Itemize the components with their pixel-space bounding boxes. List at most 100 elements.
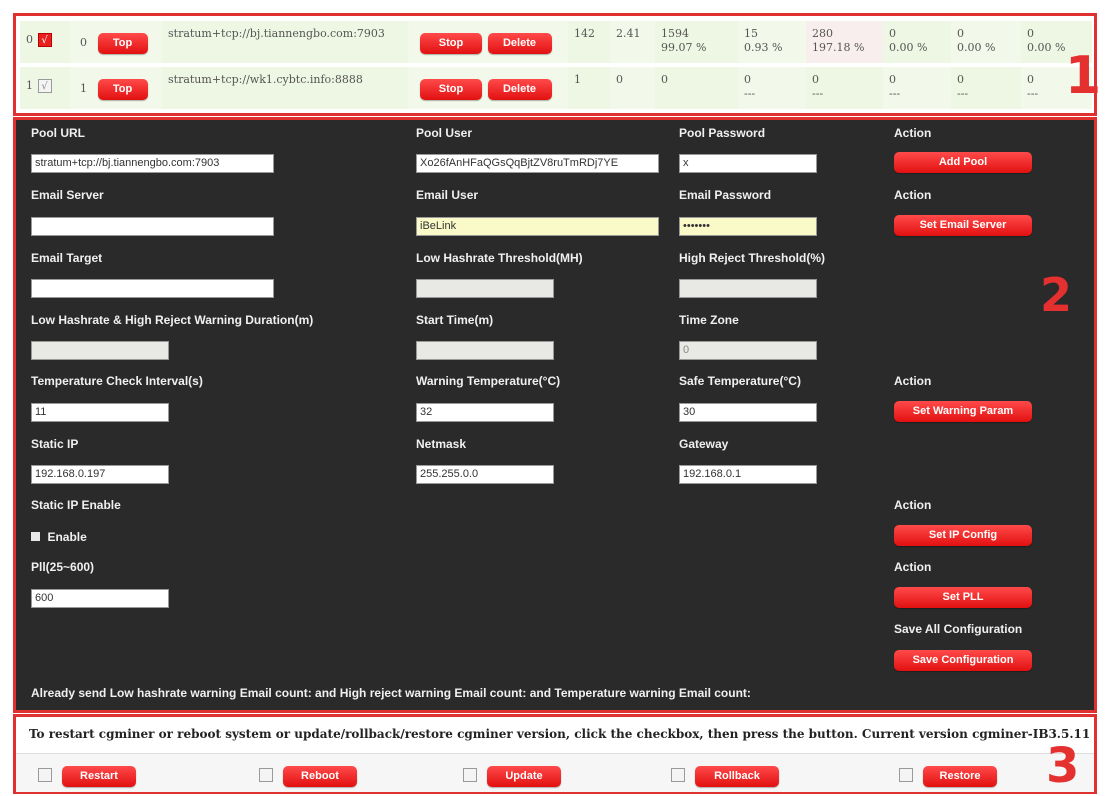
pool-select-cell: 1 √ bbox=[20, 67, 70, 109]
start-time-label: Start Time(m) bbox=[416, 313, 494, 327]
restart-button[interactable]: Restart bbox=[62, 766, 136, 787]
stale-count: 280 bbox=[812, 27, 833, 40]
warning-temp-input[interactable]: 32 bbox=[416, 403, 554, 422]
gateway-label: Gateway bbox=[679, 437, 729, 451]
stale-percent: 197.18 % bbox=[812, 41, 865, 54]
pool-actions-cell: Stop Delete bbox=[408, 21, 568, 63]
save-configuration-button[interactable]: Save Configuration bbox=[894, 650, 1032, 671]
pool-priority: 1 bbox=[80, 82, 87, 95]
netmask-label: Netmask bbox=[416, 437, 467, 451]
pool-index: 0 bbox=[26, 33, 33, 46]
email-target-input[interactable] bbox=[31, 279, 274, 298]
delete-button[interactable]: Delete bbox=[487, 79, 552, 100]
static-ip-label: Static IP bbox=[31, 437, 79, 451]
email-user-label: Email User bbox=[416, 188, 479, 202]
pool-user-input[interactable]: Xo26fAnHFaQGsQqBjtZV8ruTmRDj7YE bbox=[416, 154, 659, 173]
pll-input[interactable]: 600 bbox=[31, 589, 169, 608]
email-server-label: Email Server bbox=[31, 188, 104, 202]
restart-control: Restart bbox=[38, 766, 136, 787]
checkbox-icon[interactable] bbox=[463, 767, 477, 782]
low-hashrate-input[interactable] bbox=[416, 279, 554, 298]
gateway-input[interactable]: 192.168.0.1 bbox=[679, 465, 817, 484]
checkbox-icon[interactable] bbox=[259, 767, 273, 782]
rejected-count: 0 bbox=[744, 73, 751, 86]
restore-control: Restore bbox=[899, 766, 997, 787]
reboot-button[interactable]: Reboot bbox=[283, 766, 357, 787]
checkbox-icon[interactable] bbox=[671, 767, 685, 782]
save-all-label: Save All Configuration bbox=[894, 622, 1023, 636]
pool-url: stratum+tcp://wk1.cybtc.info:8888 bbox=[162, 67, 408, 109]
rejected-count: 15 bbox=[744, 27, 758, 40]
email-user-input[interactable]: iBeLink bbox=[416, 217, 659, 236]
restore-button[interactable]: Restore bbox=[923, 766, 997, 787]
safe-temp-label: Safe Temperature(°C) bbox=[679, 374, 801, 388]
time-zone-label: Time Zone bbox=[679, 313, 739, 327]
set-pll-button[interactable]: Set PLL bbox=[894, 587, 1032, 608]
set-warning-param-button[interactable]: Set Warning Param bbox=[894, 401, 1032, 422]
high-reject-input[interactable] bbox=[679, 279, 817, 298]
checkbox-icon[interactable] bbox=[899, 767, 913, 782]
pool-accepted: 0 bbox=[655, 67, 738, 109]
system-instructions: To restart cgminer or reboot system or u… bbox=[29, 727, 1091, 741]
annotation-1: 1 bbox=[1065, 46, 1102, 106]
pool-user-label: Pool User bbox=[416, 126, 473, 140]
pool-diff: 0 bbox=[610, 67, 655, 109]
delete-button[interactable]: Delete bbox=[487, 33, 552, 54]
warning-temp-label: Warning Temperature(°C) bbox=[416, 374, 561, 388]
time-zone-input[interactable]: 0 bbox=[679, 341, 817, 360]
accepted-count: 1594 bbox=[661, 27, 689, 40]
pool-getworks: 142 bbox=[568, 21, 610, 63]
stale-percent: --- bbox=[812, 87, 824, 100]
email-password-label: Email Password bbox=[679, 188, 772, 202]
pool-priority: 0 bbox=[80, 36, 87, 49]
action-label: Action bbox=[894, 374, 932, 388]
action-label: Action bbox=[894, 498, 932, 512]
checkbox-icon[interactable] bbox=[38, 767, 52, 782]
action-label: Action bbox=[894, 126, 932, 140]
pool-col-c2: 0 --- bbox=[951, 67, 1021, 109]
email-password-input[interactable]: ••••••• bbox=[679, 217, 817, 236]
pool-url-input[interactable]: stratum+tcp://bj.tiannengbo.com:7903 bbox=[31, 154, 274, 173]
temp-interval-input[interactable]: 11 bbox=[31, 403, 169, 422]
email-target-label: Email Target bbox=[31, 251, 103, 265]
pool-rejected: 15 0.93 % bbox=[738, 21, 806, 63]
static-ip-enable-label: Static IP Enable bbox=[31, 498, 121, 512]
stop-button[interactable]: Stop bbox=[420, 33, 482, 54]
checkbox-checked-icon[interactable]: √ bbox=[37, 33, 52, 47]
annotation-3: 3 bbox=[1046, 738, 1080, 794]
netmask-input[interactable]: 255.255.0.0 bbox=[416, 465, 554, 484]
checkbox-icon[interactable] bbox=[31, 532, 40, 542]
action-label: Action bbox=[894, 188, 932, 202]
pool-status-table: 0 √ 0 Top stratum+tcp://bj.tiannengbo.co… bbox=[13, 13, 1097, 116]
c3-count: 0 bbox=[1027, 27, 1034, 40]
warning-duration-input[interactable] bbox=[31, 341, 169, 360]
set-email-server-button[interactable]: Set Email Server bbox=[894, 215, 1032, 236]
top-button[interactable]: Top bbox=[97, 33, 148, 54]
stale-count: 0 bbox=[812, 73, 819, 86]
c1-count: 0 bbox=[889, 73, 896, 86]
enable-checkbox-row[interactable]: Enable bbox=[31, 528, 87, 546]
accepted-percent: 99.07 % bbox=[661, 41, 707, 54]
temp-interval-label: Temperature Check Interval(s) bbox=[31, 374, 203, 388]
top-button[interactable]: Top bbox=[97, 79, 148, 100]
rollback-button[interactable]: Rollback bbox=[695, 766, 779, 787]
email-server-input[interactable] bbox=[31, 217, 274, 236]
update-button[interactable]: Update bbox=[487, 766, 561, 787]
checkbox-icon[interactable]: √ bbox=[37, 79, 52, 93]
accepted-count: 0 bbox=[661, 73, 668, 86]
pool-priority-cell: 0 Top bbox=[70, 21, 162, 63]
c2-percent: 0.00 % bbox=[957, 41, 996, 54]
add-pool-button[interactable]: Add Pool bbox=[894, 152, 1032, 173]
system-control-panel: To restart cgminer or reboot system or u… bbox=[13, 714, 1097, 794]
pool-accepted: 1594 99.07 % bbox=[655, 21, 738, 63]
start-time-input[interactable] bbox=[416, 341, 554, 360]
static-ip-input[interactable]: 192.168.0.197 bbox=[31, 465, 169, 484]
system-button-bar: Restart Reboot Update Rollback Restore bbox=[16, 753, 1094, 792]
pool-password-input[interactable]: x bbox=[679, 154, 817, 173]
pool-col-c1: 0 --- bbox=[883, 67, 951, 109]
stop-button[interactable]: Stop bbox=[420, 79, 482, 100]
set-ip-config-button[interactable]: Set IP Config bbox=[894, 525, 1032, 546]
safe-temp-input[interactable]: 30 bbox=[679, 403, 817, 422]
pool-url-label: Pool URL bbox=[31, 126, 85, 140]
c2-count: 0 bbox=[957, 73, 964, 86]
